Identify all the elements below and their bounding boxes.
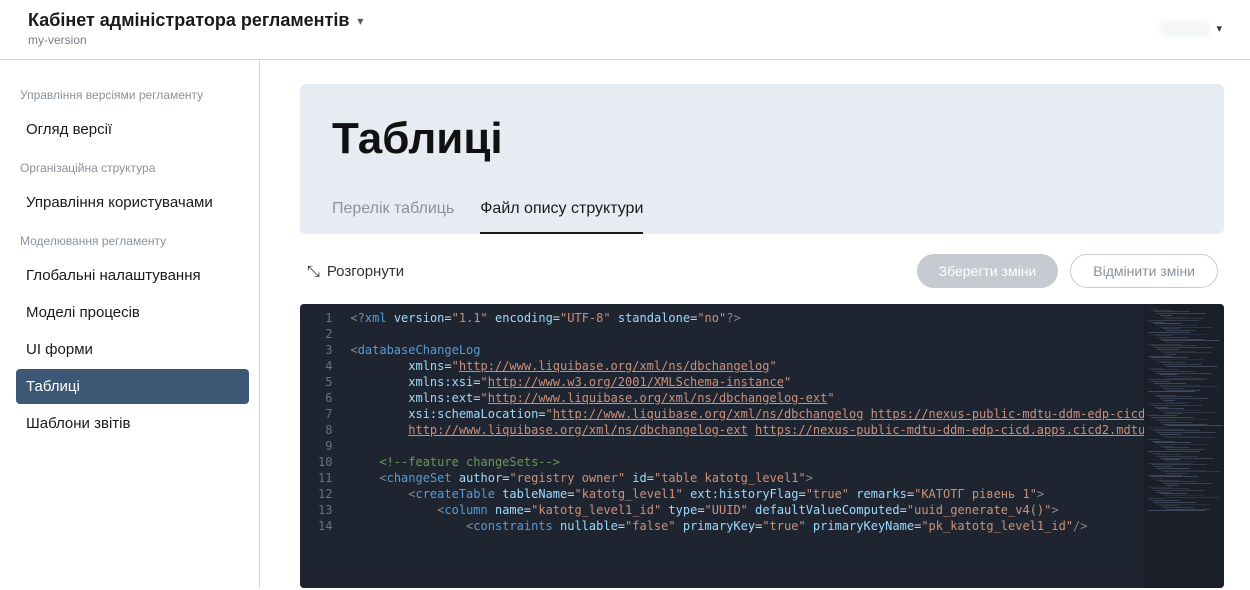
chevron-down-icon: ▾ (1216, 22, 1222, 35)
sidebar-item-process-models[interactable]: Моделі процесів (16, 295, 249, 330)
version-dropdown-icon[interactable]: ▾ (357, 14, 363, 28)
editor-code[interactable]: <?xml version="1.1" encoding="UTF-8" sta… (342, 304, 1144, 588)
save-button[interactable]: Зберегти зміни (917, 254, 1059, 288)
sidebar-item-report-templates[interactable]: Шаблони звітів (16, 406, 249, 441)
sidebar-item-ui-forms[interactable]: UI форми (16, 332, 249, 367)
app-subtitle: my-version (28, 33, 363, 47)
app-header: Кабінет адміністратора регламентів ▾ my-… (0, 0, 1250, 60)
expand-button[interactable]: ⤢ Розгорнути (306, 262, 404, 280)
expand-label: Розгорнути (327, 263, 404, 280)
sidebar-section-label: Управління версіями регламенту (20, 88, 249, 102)
tab-structure-file[interactable]: Файл опису структури (480, 192, 643, 234)
expand-icon: ⤢ (303, 265, 321, 278)
page-title: Таблиці (332, 114, 1192, 164)
sidebar: Управління версіями регламенту Огляд вер… (0, 60, 260, 588)
main-content: Таблиці Перелік таблиць Файл опису струк… (260, 60, 1250, 588)
sidebar-item-user-management[interactable]: Управління користувачами (16, 185, 249, 220)
editor-gutter: 1234567891011121314 (300, 304, 342, 588)
user-menu[interactable]: ▾ (1160, 21, 1222, 37)
editor-toolbar: ⤢ Розгорнути Зберегти зміни Відмінити зм… (300, 234, 1224, 304)
tab-tables-list[interactable]: Перелік таблиць (332, 192, 454, 234)
user-avatar (1160, 21, 1210, 37)
app-title: Кабінет адміністратора регламентів (28, 10, 349, 31)
sidebar-section-label: Моделювання регламенту (20, 234, 249, 248)
sidebar-section-label: Організаційна структура (20, 161, 249, 175)
tabs: Перелік таблиць Файл опису структури (332, 192, 1192, 234)
sidebar-item-tables[interactable]: Таблиці (16, 369, 249, 404)
sidebar-item-global-settings[interactable]: Глобальні налаштування (16, 258, 249, 293)
page-hero: Таблиці Перелік таблиць Файл опису струк… (300, 84, 1224, 234)
editor-minimap[interactable] (1144, 304, 1224, 588)
code-editor[interactable]: 1234567891011121314 <?xml version="1.1" … (300, 304, 1224, 588)
cancel-button[interactable]: Відмінити зміни (1070, 254, 1218, 288)
sidebar-item-version-overview[interactable]: Огляд версії (16, 112, 249, 147)
